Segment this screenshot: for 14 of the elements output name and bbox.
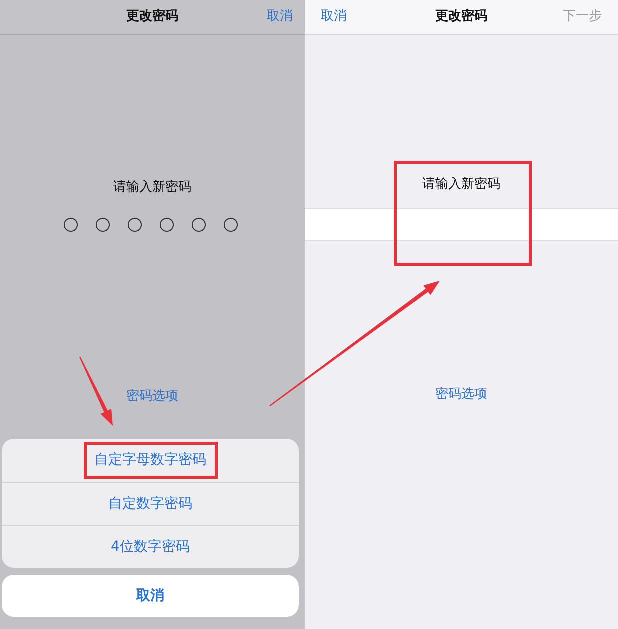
action-sheet-option[interactable]: 自定数字密码 [2, 482, 299, 525]
action-sheet-option[interactable]: 自定字母数字密码 [2, 439, 299, 482]
nav-title: 更改密码 [126, 8, 178, 26]
arrow-icon [79, 356, 113, 426]
password-input-field[interactable] [305, 208, 618, 240]
cancel-link[interactable]: 取消 [267, 7, 293, 27]
cancel-link[interactable]: 取消 [321, 9, 347, 24]
prompt-text: 请输入新密码 [112, 179, 192, 197]
nav-title: 更改密码 [436, 8, 488, 26]
cancel-button[interactable]: 取消 [2, 575, 299, 617]
prompt-text: 请输入新密码 [422, 176, 502, 194]
action-sheet-option[interactable]: 4位数字密码 [2, 525, 299, 568]
password-options-link[interactable]: 密码选项 [436, 386, 488, 402]
password-options-link[interactable]: 密码选项 [126, 388, 178, 404]
